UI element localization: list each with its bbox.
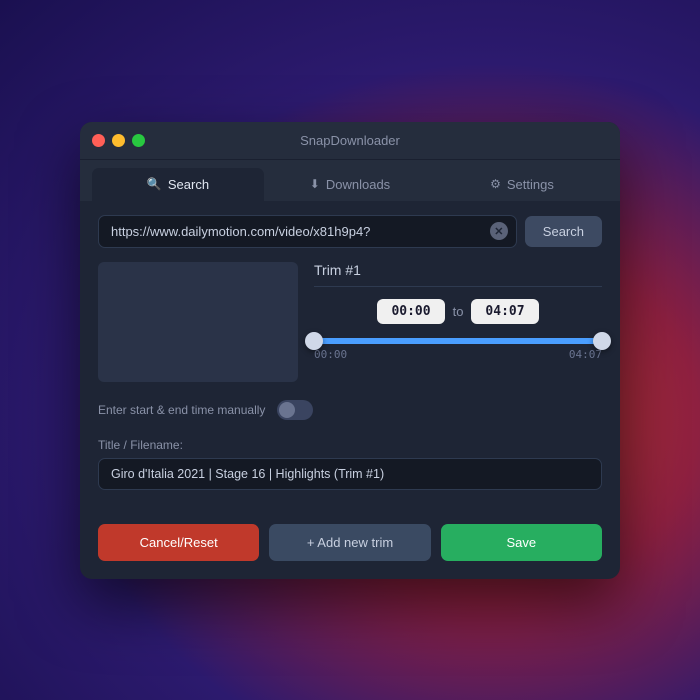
time-to-label: to bbox=[453, 304, 464, 319]
video-trim-area: Trim #1 00:00 to 04:07 00:00 04:07 bbox=[98, 262, 602, 382]
window-title: SnapDownloader bbox=[300, 133, 400, 148]
titlebar: SnapDownloader bbox=[80, 122, 620, 160]
slider-thumb-right[interactable] bbox=[593, 332, 611, 350]
toggle-thumb bbox=[279, 402, 295, 418]
manual-time-row: Enter start & end time manually bbox=[98, 400, 602, 420]
video-thumbnail bbox=[98, 262, 298, 382]
filename-input[interactable] bbox=[98, 458, 602, 490]
url-clear-button[interactable]: ✕ bbox=[490, 222, 508, 240]
url-input[interactable] bbox=[98, 215, 517, 248]
search-tab-icon: 🔍 bbox=[147, 177, 162, 191]
trim-slider[interactable]: 00:00 04:07 bbox=[314, 338, 602, 361]
close-button[interactable] bbox=[92, 134, 105, 147]
slider-fill bbox=[314, 338, 602, 344]
trim-title: Trim #1 bbox=[314, 262, 361, 278]
main-content: ✕ Search Trim #1 00:00 to 04:07 bbox=[80, 201, 620, 510]
slider-track bbox=[314, 338, 602, 344]
cancel-reset-button[interactable]: Cancel/Reset bbox=[98, 524, 259, 561]
tab-bar: 🔍 Search ⬇ Downloads ⚙ Settings bbox=[80, 160, 620, 201]
time-end-badge: 04:07 bbox=[471, 299, 538, 324]
slider-label-end: 04:07 bbox=[569, 348, 602, 361]
slider-labels: 00:00 04:07 bbox=[314, 348, 602, 361]
url-bar: ✕ Search bbox=[98, 215, 602, 248]
filename-label: Title / Filename: bbox=[98, 438, 602, 452]
tab-search[interactable]: 🔍 Search bbox=[92, 168, 264, 201]
time-display: 00:00 to 04:07 bbox=[314, 299, 602, 324]
tab-downloads-label: Downloads bbox=[326, 177, 390, 192]
search-button[interactable]: Search bbox=[525, 216, 602, 247]
slider-label-start: 00:00 bbox=[314, 348, 347, 361]
manual-time-label: Enter start & end time manually bbox=[98, 403, 265, 417]
tab-settings[interactable]: ⚙ Settings bbox=[436, 168, 608, 201]
filename-section: Title / Filename: bbox=[98, 438, 602, 490]
time-start-badge: 00:00 bbox=[377, 299, 444, 324]
url-input-wrapper: ✕ bbox=[98, 215, 517, 248]
maximize-button[interactable] bbox=[132, 134, 145, 147]
footer-buttons: Cancel/Reset + Add new trim Save bbox=[80, 510, 620, 579]
save-button[interactable]: Save bbox=[441, 524, 602, 561]
tab-settings-label: Settings bbox=[507, 177, 554, 192]
tab-search-label: Search bbox=[168, 177, 209, 192]
traffic-lights bbox=[92, 134, 145, 147]
trim-panel: Trim #1 00:00 to 04:07 00:00 04:07 bbox=[314, 262, 602, 382]
tab-downloads[interactable]: ⬇ Downloads bbox=[264, 168, 436, 201]
app-window: SnapDownloader 🔍 Search ⬇ Downloads ⚙ Se… bbox=[80, 122, 620, 579]
manual-time-toggle[interactable] bbox=[277, 400, 313, 420]
downloads-tab-icon: ⬇ bbox=[310, 177, 320, 191]
minimize-button[interactable] bbox=[112, 134, 125, 147]
slider-thumb-left[interactable] bbox=[305, 332, 323, 350]
settings-tab-icon: ⚙ bbox=[490, 177, 501, 191]
trim-header: Trim #1 bbox=[314, 262, 602, 287]
add-trim-button[interactable]: + Add new trim bbox=[269, 524, 430, 561]
